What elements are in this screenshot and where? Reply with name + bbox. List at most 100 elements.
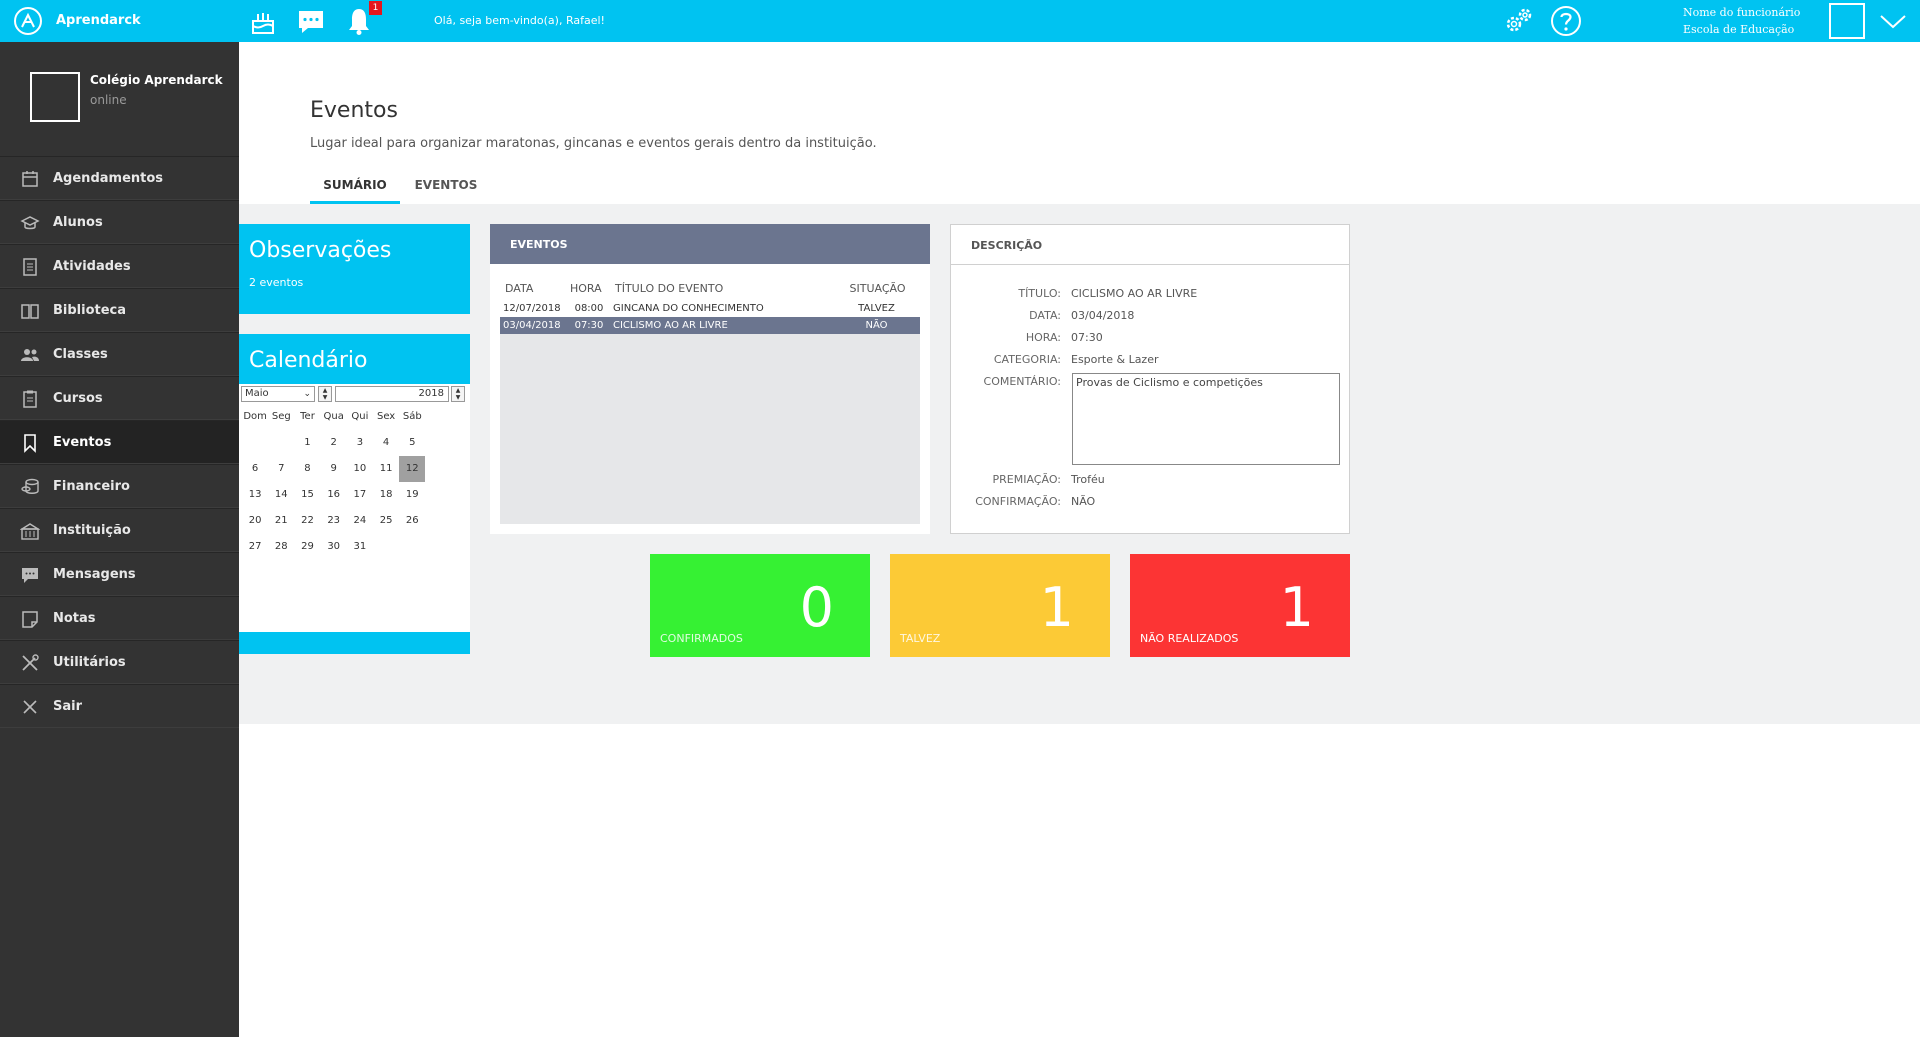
sidebar: Colégio Aprendarck online Agendamentos A… bbox=[0, 42, 239, 1037]
calendar-footer bbox=[239, 632, 470, 654]
sidebar-item-label: Alunos bbox=[53, 215, 103, 230]
tab-eventos[interactable]: EVENTOS bbox=[406, 172, 486, 204]
calendar-day[interactable]: 3 bbox=[347, 430, 373, 456]
observacoes-count: 2 eventos bbox=[249, 276, 304, 289]
sidebar-item-instituicao[interactable]: Instituição bbox=[0, 508, 239, 552]
comentario-textarea[interactable]: Provas de Ciclismo e competições bbox=[1072, 373, 1340, 465]
calendar-day[interactable]: 16 bbox=[321, 482, 347, 508]
calendar-day[interactable]: 7 bbox=[268, 456, 294, 482]
categoria-value: Esporte & Lazer bbox=[1071, 353, 1159, 366]
confirmacao-value: NÃO bbox=[1071, 495, 1096, 508]
confirmacao-label: CONFIRMAÇÃO: bbox=[975, 495, 1061, 508]
sidebar-item-mensagens[interactable]: Mensagens bbox=[0, 552, 239, 596]
column-header-titulo[interactable]: TÍTULO DO EVENTO bbox=[610, 276, 830, 300]
descricao-panel: DESCRIÇÃO TÍTULO: CICLISMO AO AR LIVRE D… bbox=[950, 224, 1350, 534]
eventos-table: DATA HORA TÍTULO DO EVENTO SITUAÇÃO 12/0… bbox=[500, 276, 920, 334]
cake-icon[interactable] bbox=[246, 4, 280, 38]
users-icon bbox=[21, 349, 39, 361]
document-icon bbox=[23, 258, 37, 276]
calendar-day[interactable]: 27 bbox=[242, 534, 268, 560]
calendar-day[interactable]: 6 bbox=[242, 456, 268, 482]
calendar-day[interactable]: 22 bbox=[294, 508, 320, 534]
calendar-day[interactable]: 21 bbox=[268, 508, 294, 534]
data-value: 03/04/2018 bbox=[1071, 309, 1135, 322]
month-select[interactable]: Maio ⌄ bbox=[241, 386, 315, 402]
sidebar-item-sair[interactable]: Sair bbox=[0, 684, 239, 728]
nao-realizados-tile[interactable]: 1 NÃO REALIZADOS bbox=[1130, 554, 1350, 657]
weekday-header: Qua bbox=[323, 411, 344, 422]
top-bar: Aprendarck 1 Olá, seja bem-vindo(a), Raf… bbox=[0, 0, 1920, 42]
calendar-day[interactable]: 15 bbox=[294, 482, 320, 508]
categoria-label: CATEGORIA: bbox=[993, 353, 1061, 366]
sidebar-item-financeiro[interactable]: Financeiro bbox=[0, 464, 239, 508]
user-name[interactable]: Nome do funcionário bbox=[1683, 6, 1800, 19]
calendar-day[interactable]: 14 bbox=[268, 482, 294, 508]
sidebar-item-biblioteca[interactable]: Biblioteca bbox=[0, 288, 239, 332]
calendar-day[interactable]: 25 bbox=[373, 508, 399, 534]
nao-realizados-label: NÃO REALIZADOS bbox=[1140, 632, 1239, 645]
calendar-day[interactable]: 2 bbox=[321, 430, 347, 456]
talvez-tile[interactable]: 1 TALVEZ bbox=[890, 554, 1110, 657]
calendar-day[interactable]: 8 bbox=[294, 456, 320, 482]
notification-badge[interactable]: 1 bbox=[369, 1, 382, 15]
gears-icon[interactable] bbox=[1502, 4, 1536, 38]
calendar-day[interactable]: 31 bbox=[347, 534, 373, 560]
calendar-day[interactable]: 13 bbox=[242, 482, 268, 508]
app-name[interactable]: Aprendarck bbox=[56, 13, 141, 28]
calendar-day[interactable]: 30 bbox=[321, 534, 347, 560]
calendar-day[interactable]: 19 bbox=[399, 482, 425, 508]
sidebar-item-notas[interactable]: Notas bbox=[0, 596, 239, 640]
column-header-hora[interactable]: HORA bbox=[565, 276, 610, 300]
sidebar-item-label: Classes bbox=[53, 347, 108, 362]
calendar-day[interactable]: 1 bbox=[294, 430, 320, 456]
premiacao-value: Troféu bbox=[1071, 473, 1105, 486]
calendar-day[interactable]: 9 bbox=[321, 456, 347, 482]
table-row[interactable]: 12/07/2018 08:00 GINCANA DO CONHECIMENTO… bbox=[500, 300, 920, 317]
comentario-label: COMENTÁRIO: bbox=[983, 375, 1061, 388]
calendar-day[interactable]: 18 bbox=[373, 482, 399, 508]
sidebar-item-agendamentos[interactable]: Agendamentos bbox=[0, 156, 239, 200]
chevron-down-icon[interactable] bbox=[1876, 4, 1910, 38]
sidebar-item-cursos[interactable]: Cursos bbox=[0, 376, 239, 420]
help-icon[interactable] bbox=[1549, 4, 1583, 38]
calendar-day[interactable]: 20 bbox=[242, 508, 268, 534]
calendar-day[interactable]: 28 bbox=[268, 534, 294, 560]
sidebar-item-utilitarios[interactable]: Utilitários bbox=[0, 640, 239, 684]
month-spinner[interactable]: ▲ ▼ bbox=[318, 386, 332, 402]
chat-icon[interactable] bbox=[294, 4, 328, 38]
calendar-day-selected[interactable]: 12 bbox=[399, 456, 426, 482]
sidebar-item-label: Instituição bbox=[53, 523, 131, 538]
sidebar-item-alunos[interactable]: Alunos bbox=[0, 200, 239, 244]
year-input[interactable]: 2018 bbox=[335, 386, 449, 402]
eventos-header: EVENTOS bbox=[490, 224, 930, 264]
tab-sumario[interactable]: SUMÁRIO bbox=[310, 172, 400, 204]
logo-icon[interactable] bbox=[12, 5, 44, 37]
confirmados-count: 0 bbox=[799, 576, 834, 639]
sidebar-item-atividades[interactable]: Atividades bbox=[0, 244, 239, 288]
weekday-header: Sáb bbox=[402, 411, 422, 422]
eventos-panel: EVENTOS DATA HORA TÍTULO DO EVENTO SITUA… bbox=[490, 224, 930, 534]
hora-value: 07:30 bbox=[1071, 331, 1103, 344]
column-header-data[interactable]: DATA bbox=[500, 276, 565, 300]
calendar-day[interactable]: 29 bbox=[294, 534, 320, 560]
column-header-situacao[interactable]: SITUAÇÃO bbox=[830, 276, 920, 300]
confirmados-tile[interactable]: 0 CONFIRMADOS bbox=[650, 554, 870, 657]
user-avatar[interactable] bbox=[1829, 3, 1865, 39]
calendar-day[interactable]: 17 bbox=[347, 482, 373, 508]
titulo-label: TÍTULO: bbox=[1018, 287, 1061, 300]
year-spinner[interactable]: ▲ ▼ bbox=[451, 386, 465, 402]
calendar-day[interactable]: 23 bbox=[321, 508, 347, 534]
calendar-day[interactable]: 11 bbox=[373, 456, 399, 482]
sidebar-item-classes[interactable]: Classes bbox=[0, 332, 239, 376]
table-row-selected[interactable]: 03/04/2018 07:30 CICLISMO AO AR LIVRE NÃ… bbox=[500, 317, 920, 334]
calendar-day[interactable]: 24 bbox=[347, 508, 373, 534]
user-school[interactable]: Escola de Educação bbox=[1683, 23, 1794, 36]
observacoes-widget[interactable]: Observações 2 eventos bbox=[239, 224, 470, 314]
calendar-day[interactable]: 10 bbox=[347, 456, 373, 482]
calendar-day[interactable]: 26 bbox=[399, 508, 425, 534]
calendar-day[interactable]: 4 bbox=[373, 430, 399, 456]
sidebar-item-eventos[interactable]: Eventos bbox=[0, 420, 239, 464]
tools-icon bbox=[22, 654, 39, 671]
coins-icon bbox=[21, 478, 39, 494]
calendar-day[interactable]: 5 bbox=[399, 430, 425, 456]
